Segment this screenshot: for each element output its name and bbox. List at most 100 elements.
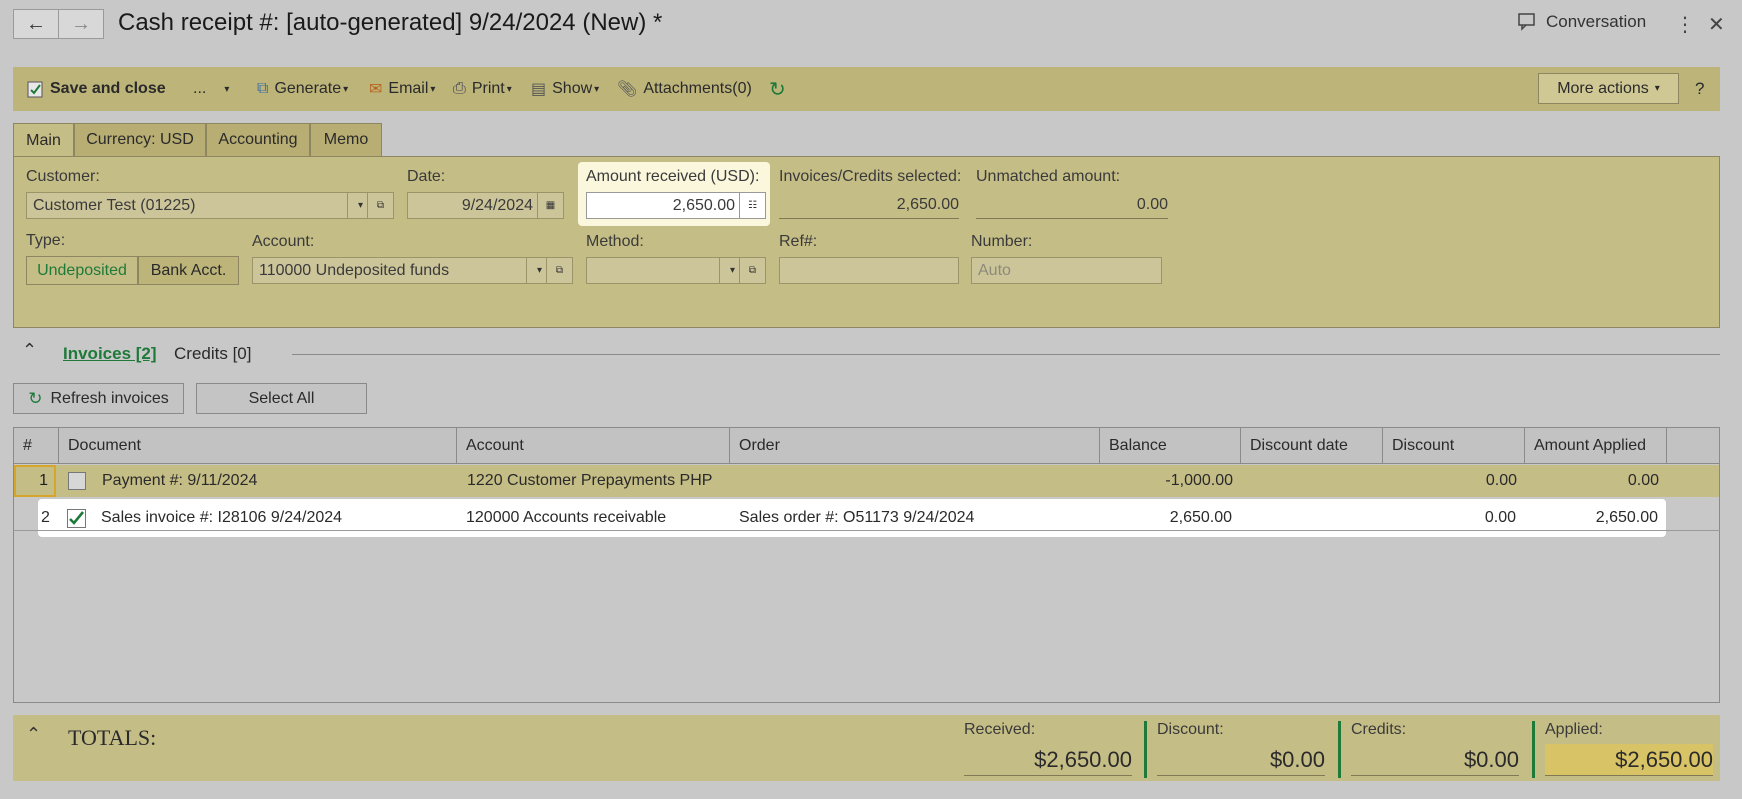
customer-field[interactable]: Customer Test (01225) ▾ ⧉ xyxy=(26,192,394,219)
chevron-up-icon[interactable]: ⌃ xyxy=(22,340,37,361)
conversation-label: Conversation xyxy=(1546,12,1647,31)
credits-value: $0.00 xyxy=(1351,744,1519,776)
email-label: Email xyxy=(388,80,429,97)
column-header-order[interactable]: Order xyxy=(730,428,1100,464)
column-header-balance[interactable]: Balance xyxy=(1100,428,1241,464)
column-header-amount-applied[interactable]: Amount Applied xyxy=(1525,428,1667,464)
tab-currency[interactable]: Currency: USD xyxy=(74,123,206,157)
table-row[interactable]: 1 Payment #: 9/11/2024 1220 Customer Pre… xyxy=(14,465,1719,497)
row-number: 1 xyxy=(14,465,56,497)
attachments-button[interactable]: 📎︎ Attachments(0) xyxy=(617,67,752,111)
column-header-discount[interactable]: Discount xyxy=(1383,428,1525,464)
open-link-icon[interactable]: ⧉ xyxy=(739,258,765,283)
calendar-icon[interactable]: ▦ xyxy=(537,193,563,218)
chevron-down-icon: ▾ xyxy=(343,83,349,95)
type-undeposited-button[interactable]: Undeposited xyxy=(26,256,138,285)
kebab-menu-icon[interactable]: ⋮ xyxy=(1675,12,1695,37)
received-value: $2,650.00 xyxy=(964,744,1132,776)
back-arrow-icon: ← xyxy=(26,12,46,35)
unmatched-amount-label: Unmatched amount: xyxy=(976,168,1121,185)
forward-button[interactable]: → xyxy=(58,9,104,39)
document-cell[interactable]: Payment #: 9/11/2024 xyxy=(102,465,257,497)
column-header-num[interactable]: # xyxy=(14,428,59,464)
open-link-icon[interactable]: ⧉ xyxy=(367,193,393,218)
balance-cell: -1,000.00 xyxy=(1165,472,1233,489)
conversation-button[interactable]: Conversation xyxy=(1518,12,1646,32)
tab-memo[interactable]: Memo xyxy=(310,123,382,157)
checkmark-icon xyxy=(67,508,86,528)
close-icon[interactable]: ✕ xyxy=(1708,12,1725,37)
type-bank-acct-button[interactable]: Bank Acct. xyxy=(138,256,239,285)
number-label: Number: xyxy=(971,233,1033,250)
print-icon: ⎙ xyxy=(453,80,466,97)
totals-separator xyxy=(1532,721,1535,778)
method-field[interactable]: ▾ ⧉ xyxy=(586,257,766,284)
save-and-close-button[interactable]: Save and close xyxy=(27,67,166,111)
refresh-icon: ↻ xyxy=(28,388,43,408)
chevron-down-icon: ▾ xyxy=(224,83,230,95)
more-actions-label: More actions xyxy=(1557,79,1649,97)
generate-button[interactable]: ⧉ Generate ▾ xyxy=(257,67,348,111)
show-icon: ▤ xyxy=(531,81,547,98)
customer-value: Customer Test (01225) xyxy=(33,196,196,214)
more-actions-button[interactable]: More actions ▾ xyxy=(1538,73,1679,104)
show-button[interactable]: ▤ Show ▾ xyxy=(531,67,599,111)
select-all-button[interactable]: Select All xyxy=(196,383,367,414)
table-row-selected[interactable]: 2 Sales invoice #: I28106 9/24/2024 1200… xyxy=(38,499,1666,537)
column-header-document[interactable]: Document xyxy=(59,428,457,464)
account-label: Account: xyxy=(252,233,315,250)
save-and-close-label: Save and close xyxy=(50,80,166,97)
invoices-credits-selected-label: Invoices/Credits selected: xyxy=(779,168,962,185)
chevron-up-icon[interactable]: ⌃ xyxy=(26,724,41,745)
refresh-invoices-button[interactable]: ↻ Refresh invoices xyxy=(13,383,184,414)
discount-label: Discount: xyxy=(1157,721,1224,738)
account-field[interactable]: 110000 Undeposited funds ▾ ⧉ xyxy=(252,257,573,284)
back-button[interactable]: ← xyxy=(13,9,59,39)
applied-label: Applied: xyxy=(1545,721,1603,738)
chevron-down-icon: ▾ xyxy=(1654,83,1660,94)
more-dots-button[interactable]: ... ▾ xyxy=(193,67,229,111)
save-icon xyxy=(27,81,43,97)
print-button[interactable]: ⎙ Print ▾ xyxy=(453,67,512,111)
ref-label: Ref#: xyxy=(779,233,818,250)
open-link-icon[interactable]: ⧉ xyxy=(546,258,572,283)
amount-applied-cell: 0.00 xyxy=(1627,472,1659,489)
help-button[interactable]: ? xyxy=(1695,67,1704,111)
email-icon: ✉ xyxy=(369,81,383,98)
tab-main[interactable]: Main xyxy=(13,123,74,158)
customer-label: Customer: xyxy=(26,168,100,185)
tab-invoices[interactable]: Invoices [2] xyxy=(63,344,157,364)
refresh-icon[interactable]: ↻ xyxy=(769,67,786,111)
chevron-down-icon: ▾ xyxy=(430,83,436,95)
more-dots-label: ... xyxy=(193,80,207,97)
chevron-down-icon: ▾ xyxy=(506,83,512,95)
calculator-icon[interactable]: ☷ xyxy=(739,193,765,218)
totals-separator xyxy=(1338,721,1341,778)
credits-label: Credits: xyxy=(1351,721,1407,738)
account-value: 110000 Undeposited funds xyxy=(259,261,450,279)
section-divider xyxy=(292,354,1720,355)
tab-credits[interactable]: Credits [0] xyxy=(174,344,251,364)
received-label: Received: xyxy=(964,721,1036,738)
refresh-invoices-label: Refresh invoices xyxy=(50,389,169,407)
unmatched-amount-value: 0.00 xyxy=(976,192,1168,219)
amount-received-label: Amount received (USD): xyxy=(586,168,760,185)
column-header-discount-date[interactable]: Discount date xyxy=(1241,428,1383,464)
amount-received-field[interactable]: 2,650.00 ☷ xyxy=(586,192,766,219)
totals-title: TOTALS: xyxy=(68,725,157,750)
row-checkbox[interactable] xyxy=(68,465,86,497)
totals-separator xyxy=(1144,721,1147,778)
tab-accounting[interactable]: Accounting xyxy=(206,123,310,157)
account-cell: 1220 Customer Prepayments PHP xyxy=(467,472,713,489)
print-label: Print xyxy=(471,80,505,97)
column-header-account[interactable]: Account xyxy=(457,428,730,464)
date-field[interactable]: 9/24/2024 ▦ xyxy=(407,192,564,219)
discount-cell: 0.00 xyxy=(1485,472,1517,489)
discount-value: $0.00 xyxy=(1157,744,1325,776)
type-label: Type: xyxy=(26,232,66,249)
email-button[interactable]: ✉ Email ▾ xyxy=(369,67,435,111)
invoices-grid: # Document Account Order Balance Discoun… xyxy=(13,427,1720,703)
ref-field[interactable] xyxy=(779,257,959,284)
number-field[interactable]: Auto xyxy=(971,257,1162,284)
attachments-label: Attachments(0) xyxy=(643,80,752,97)
